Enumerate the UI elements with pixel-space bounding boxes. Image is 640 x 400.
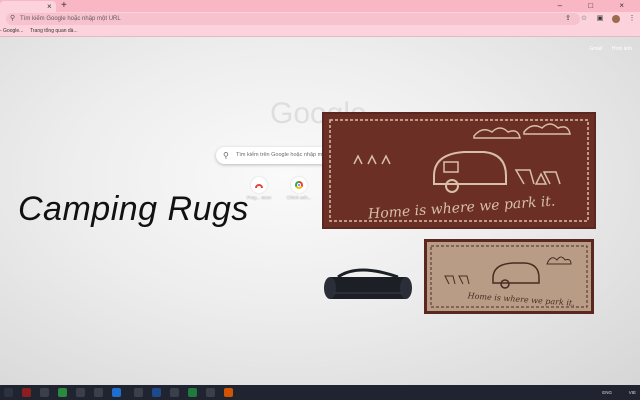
bookmark-item[interactable]: Trang tổng quan dà...	[30, 26, 78, 37]
tab-strip: × + – □ ×	[0, 0, 640, 12]
app-icon[interactable]	[76, 388, 85, 397]
page-headline: Camping Rugs	[18, 190, 249, 228]
app-camtasia-icon[interactable]	[58, 388, 67, 397]
shortcut-icon	[251, 177, 267, 193]
share-icon[interactable]: ⇪	[564, 15, 572, 23]
browser-toolbar: ⚲ Tìm kiếm Google hoặc nhập một URL ⇪ ☆ …	[0, 12, 640, 26]
new-tab-button[interactable]: +	[61, 0, 67, 12]
shortcut-label: Chinh anh...	[286, 195, 312, 200]
app-vscode-icon[interactable]	[112, 388, 121, 397]
address-bar-placeholder: Tìm kiếm Google hoặc nhập một URL	[20, 16, 121, 22]
extension-icon[interactable]: ▣	[596, 15, 604, 23]
rug-carry-bag-image	[320, 263, 416, 307]
app-icon[interactable]	[224, 388, 233, 397]
chrome-icon	[295, 181, 303, 189]
star-icon[interactable]: ☆	[580, 15, 588, 23]
rug-pattern: Home is where we park it.	[329, 119, 589, 223]
ntp-top-links: Gmail Hình ảnh	[581, 46, 632, 52]
active-tab[interactable]: ×	[0, 1, 56, 12]
rug-slogan: Home is where we park it.	[466, 291, 575, 308]
app-excel-icon[interactable]	[188, 388, 197, 397]
language-indicator[interactable]: ENG	[602, 385, 612, 400]
menu-icon[interactable]: ⋮	[628, 15, 636, 23]
app-icon[interactable]	[170, 388, 179, 397]
app-icon[interactable]	[206, 388, 215, 397]
window-controls[interactable]: – □ ×	[558, 0, 636, 12]
app-photoshop-icon[interactable]	[152, 388, 161, 397]
profile-avatar[interactable]	[612, 15, 620, 23]
rug-pattern: Home is where we park it.	[430, 245, 588, 308]
address-bar[interactable]: ⚲ Tìm kiếm Google hoặc nhập một URL	[6, 13, 580, 25]
start-icon[interactable]	[4, 388, 13, 397]
images-link[interactable]: Hình ảnh	[612, 46, 632, 52]
tan-camping-rug-image: Home is where we park it.	[424, 239, 594, 314]
shortcut-tile[interactable]: Chinh anh...	[284, 177, 314, 200]
system-tray-label[interactable]: VIE	[629, 385, 636, 400]
toolbar-icons: ⇪ ☆ ▣ ⋮	[564, 12, 636, 26]
app-icon[interactable]	[94, 388, 103, 397]
shortcut-icon	[291, 177, 307, 193]
bag-shape	[324, 268, 412, 299]
app-taskview-icon[interactable]	[40, 388, 49, 397]
tab-close-icon[interactable]: ×	[47, 1, 52, 12]
gmail-link[interactable]: Gmail	[589, 46, 602, 52]
app-icon[interactable]	[134, 388, 143, 397]
search-icon: ⚲	[223, 151, 229, 160]
bookmark-item[interactable]: - Google...	[0, 26, 23, 37]
rug-slogan: Home is where we park it.	[367, 193, 556, 222]
app-illustrator-icon[interactable]	[22, 388, 31, 397]
taskbar: ENG VIE	[0, 385, 640, 400]
brown-camping-rug-image: Home is where we park it.	[322, 112, 596, 229]
search-icon: ⚲	[10, 15, 16, 22]
new-tab-page: Gmail Hình ảnh Google ⚲ Tìm kiếm trên Go…	[0, 37, 640, 385]
bookmarks-bar: - Google... Trang tổng quan dà...	[0, 26, 640, 37]
